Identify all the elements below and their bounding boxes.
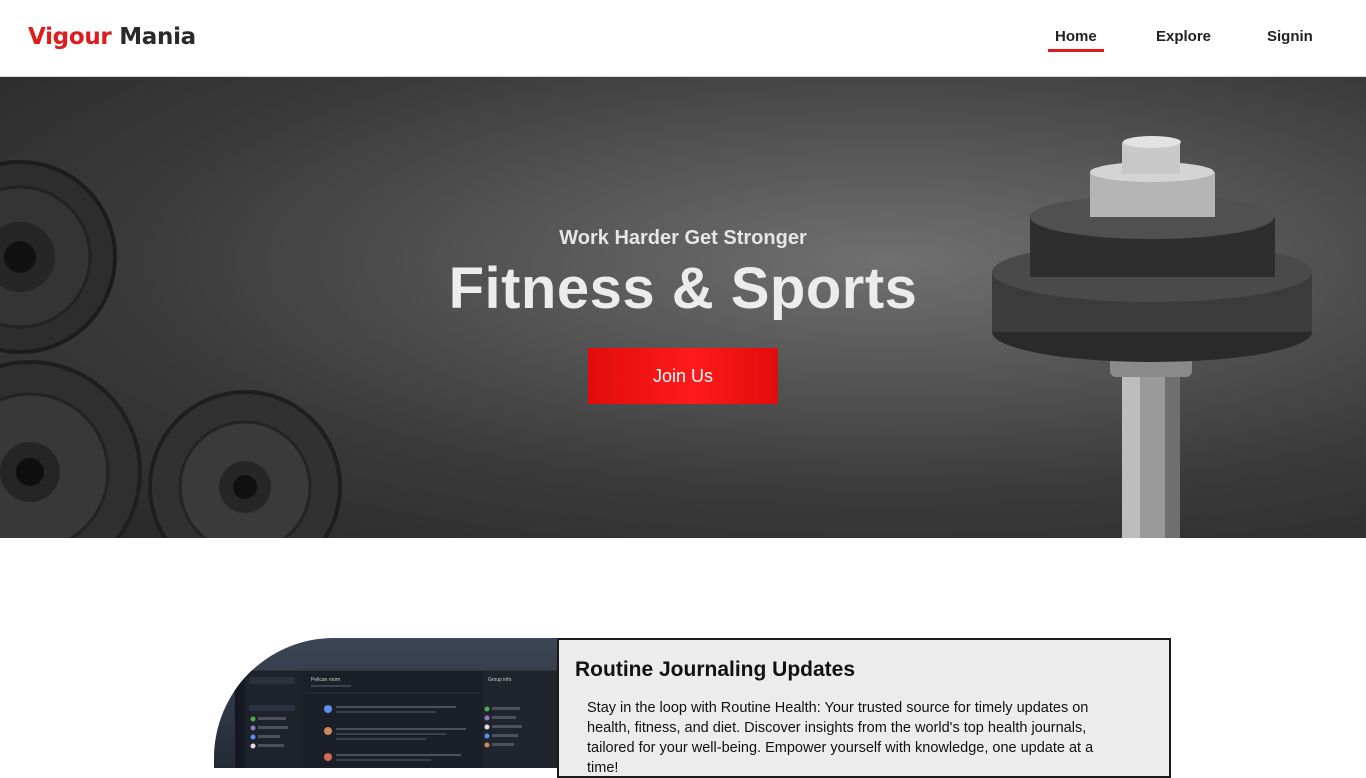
logo-part-2: Mania (119, 24, 196, 50)
feature-preview-image: Pelican room Group info (214, 638, 557, 768)
room-title: Pelican room (311, 677, 340, 683)
feature-card: Routine Journaling Updates Stay in the l… (557, 638, 1171, 778)
hero-subtitle: Work Harder Get Stronger (559, 227, 807, 249)
feature-title: Routine Journaling Updates (575, 658, 856, 681)
logo[interactable]: Vigour Mania (28, 24, 196, 50)
chat-app-mockup: Pelican room Group info (235, 671, 557, 768)
nav-home-link[interactable]: Home (1048, 28, 1104, 52)
nav-signin-link[interactable]: Signin (1260, 28, 1320, 49)
hero-banner: Work Harder Get Stronger Fitness & Sport… (0, 77, 1366, 538)
feature-description: Stay in the loop with Routine Health: Yo… (587, 700, 1094, 776)
hero-title: Fitness & Sports (448, 256, 918, 321)
navbar: Vigour Mania Home Explore Signin (0, 0, 1366, 77)
join-us-button[interactable]: Join Us (588, 348, 778, 404)
nav-explore-link[interactable]: Explore (1149, 28, 1218, 49)
panel-title: Group info (488, 677, 512, 683)
logo-part-1: Vigour (28, 24, 112, 50)
app-screenshot: Pelican room Group info (234, 670, 557, 768)
